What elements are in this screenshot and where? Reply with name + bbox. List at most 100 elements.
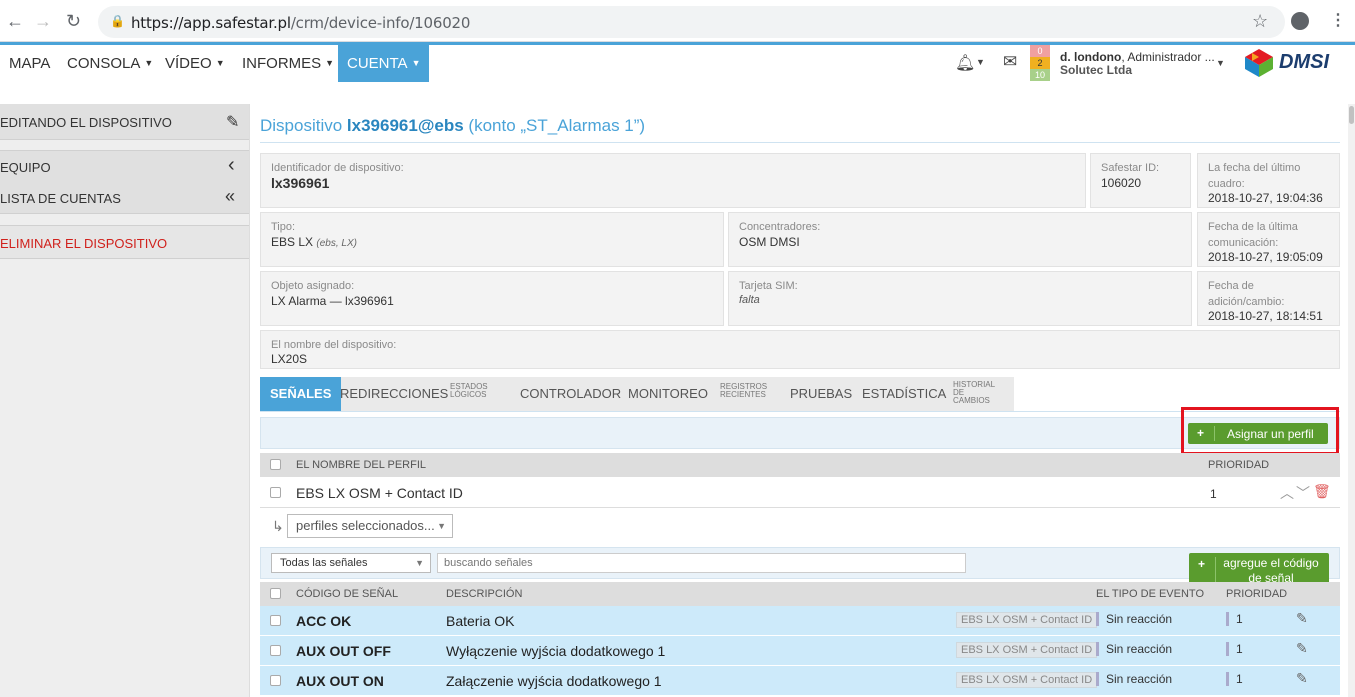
type-value-wrap: EBS LX (ebs, LX) <box>271 235 357 249</box>
url-host: https://app.safestar.pl <box>131 14 291 32</box>
card-last-frame: La fecha del último cuadro: 2018-10-27, … <box>1197 153 1340 208</box>
signals-search-input[interactable] <box>437 553 966 573</box>
menu-mapa[interactable]: MAPA <box>1 45 58 82</box>
safestar-value: 106020 <box>1101 176 1142 190</box>
col-profile-name: EL NOMBRE DEL PERFIL <box>296 459 426 471</box>
profile-table-header: EL NOMBRE DEL PERFIL PRIORIDAD <box>260 453 1340 477</box>
pencil-icon[interactable]: ✎ <box>1296 610 1308 627</box>
signal-row: AUX OUT OFF Wyłączenie wyjścia dodatkowe… <box>260 636 1340 666</box>
signal-priority: 1 <box>1226 642 1243 656</box>
select-all-checkbox[interactable] <box>270 459 281 470</box>
signal-description: Bateria OK <box>446 613 515 629</box>
reload-icon[interactable]: ↻ <box>66 11 81 31</box>
trash-icon[interactable]: 🗑︎ <box>1313 483 1331 500</box>
event-type: Sin reacción <box>1096 642 1172 656</box>
signals-filter-value: Todas las señales <box>280 557 368 569</box>
object-label: Objeto asignado: <box>271 280 355 292</box>
pencil-icon[interactable]: ✎ <box>1296 670 1308 687</box>
url-text[interactable]: https://app.safestar.pl/crm/device-info/… <box>131 14 470 32</box>
device-name-value: LX20S <box>271 352 308 366</box>
caret-down-icon: ▼ <box>415 558 424 568</box>
bell-icon[interactable]: 🔔︎ <box>955 53 975 73</box>
sidebar-item-delete[interactable]: ELIMINAR EL DISPOSITIVO <box>0 225 250 259</box>
signal-row: AUX OUT ON Załączenie wyjścia dodatkoweg… <box>260 666 1340 696</box>
card-type: Tipo: EBS LX (ebs, LX) <box>260 212 724 267</box>
card-added: Fecha de adición/cambio: 2018-10-27, 18:… <box>1197 271 1340 326</box>
menu-video-label: VÍDEO <box>165 55 212 72</box>
back-arrow-icon[interactable]: ← <box>6 11 24 31</box>
tab-redirecciones[interactable]: REDIRECCIONES <box>340 377 448 411</box>
type-value: EBS LX <box>271 235 314 249</box>
signal-code: AUX OUT OFF <box>296 643 391 659</box>
selected-profiles-dropdown[interactable]: perfiles seleccionados... ▼ <box>287 514 453 538</box>
sim-value: falta <box>739 294 760 306</box>
profile-tag: EBS LX OSM + Contact ID <box>956 642 1098 658</box>
highlight-box <box>1181 407 1339 455</box>
tab-controlador[interactable]: CONTROLADOR <box>520 377 621 411</box>
signals-filter-select[interactable]: Todas las señales ▼ <box>271 553 431 573</box>
sidebar: EDITANDO EL DISPOSITIVO ✎ EQUIPO ‹ LISTA… <box>0 104 250 697</box>
caret-down-icon: ▼ <box>215 58 225 68</box>
sidebar-item-equipo[interactable]: EQUIPO ‹ <box>0 150 250 182</box>
object-value: LX Alarma — lx396961 <box>271 294 394 308</box>
caret-down-icon: ▼ <box>976 57 985 67</box>
sidebar-item-editing[interactable]: EDITANDO EL DISPOSITIVO ✎ <box>0 104 250 140</box>
star-icon[interactable]: ☆ <box>1252 11 1268 32</box>
menu-consola-label: CONSOLA <box>67 55 141 72</box>
scrollbar-thumb[interactable] <box>1349 106 1354 124</box>
col-event-type: EL TIPO DE EVENTO <box>1096 588 1204 600</box>
signals-filter-bar: Todas las señales ▼ <box>260 547 1340 579</box>
sidebar-item-label: EDITANDO EL DISPOSITIVO <box>0 115 172 130</box>
profile-tag: EBS LX OSM + Contact ID <box>956 672 1098 688</box>
tab-estadistica[interactable]: ESTADÍSTICA <box>862 377 946 411</box>
last-comm-label: Fecha de la última comunicación: <box>1208 221 1298 249</box>
tabs-divider <box>260 411 1340 412</box>
brand-logo-text: DMSI <box>1279 51 1329 73</box>
user-menu[interactable]: d. londono, Administrador ... Solutec Lt… <box>1060 51 1215 76</box>
chevron-up-icon[interactable]: ︿ <box>1280 483 1294 503</box>
menu-consola[interactable]: CONSOLA ▼ <box>59 45 161 82</box>
tab-historial-cambios[interactable]: HISTORIAL DE CAMBIOS <box>953 381 1001 415</box>
card-device-name: El nombre del dispositivo: LX20S <box>260 330 1340 369</box>
menu-video[interactable]: VÍDEO ▼ <box>157 45 233 82</box>
tab-senales[interactable]: SEÑALES <box>260 377 342 411</box>
identifier-label: Identificador de dispositivo: <box>271 162 404 174</box>
menu-informes[interactable]: INFORMES ▼ <box>234 45 342 82</box>
type-extra: (ebs, LX) <box>316 238 357 249</box>
tab-bar: SEÑALES REDIRECCIONES ESTADOS LÓGICOS CO… <box>260 377 1014 411</box>
chevron-down-icon[interactable]: ﹀ <box>1296 483 1310 503</box>
counter-red: 0 <box>1030 45 1050 57</box>
menu-cuenta[interactable]: CUENTA ▼ <box>338 45 430 82</box>
pencil-icon[interactable]: ✎ <box>1296 640 1308 657</box>
envelope-icon[interactable]: ✉ <box>1003 52 1017 72</box>
row-checkbox[interactable] <box>270 487 281 498</box>
more-menu-icon[interactable]: ⋮ <box>1330 10 1346 30</box>
sim-label: Tarjeta SIM: <box>739 280 798 292</box>
caret-down-icon: ▼ <box>437 521 446 531</box>
profile-priority: 1 <box>1210 487 1217 501</box>
row-checkbox[interactable] <box>270 645 281 656</box>
counter-green: 10 <box>1030 69 1050 81</box>
select-all-checkbox[interactable] <box>270 588 281 599</box>
profile-icon[interactable] <box>1291 12 1309 30</box>
button-divider <box>1215 557 1216 583</box>
browser-chrome: ← → ↻ 🔒 https://app.safestar.pl/crm/devi… <box>0 0 1355 42</box>
card-identifier: Identificador de dispositivo: lx396961 <box>260 153 1086 208</box>
signal-description: Załączenie wyjścia dodatkowego 1 <box>446 673 662 689</box>
tab-monitoreo[interactable]: MONITOREO <box>628 377 708 411</box>
row-checkbox[interactable] <box>270 615 281 626</box>
caret-down-icon: ▼ <box>411 58 421 68</box>
tab-pruebas[interactable]: PRUEBAS <box>790 377 852 411</box>
main-content: Dispositivo lx396961@ebs (konto „ST_Alar… <box>249 104 1348 697</box>
alert-counters[interactable]: 0 2 10 <box>1030 45 1050 82</box>
col-signal-code: CÓDIGO DE SEÑAL <box>296 588 399 600</box>
scrollbar[interactable] <box>1348 104 1355 697</box>
title-prefix: Dispositivo <box>260 116 347 135</box>
page-title: Dispositivo lx396961@ebs (konto „ST_Alar… <box>260 116 645 136</box>
forward-arrow-icon[interactable]: → <box>34 11 52 31</box>
sidebar-item-label: ELIMINAR EL DISPOSITIVO <box>0 236 168 251</box>
sidebar-item-cuentas[interactable]: LISTA DE CUENTAS « <box>0 182 250 214</box>
event-type: Sin reacción <box>1096 672 1172 686</box>
row-checkbox[interactable] <box>270 675 281 686</box>
caret-down-icon: ▼ <box>144 58 154 68</box>
